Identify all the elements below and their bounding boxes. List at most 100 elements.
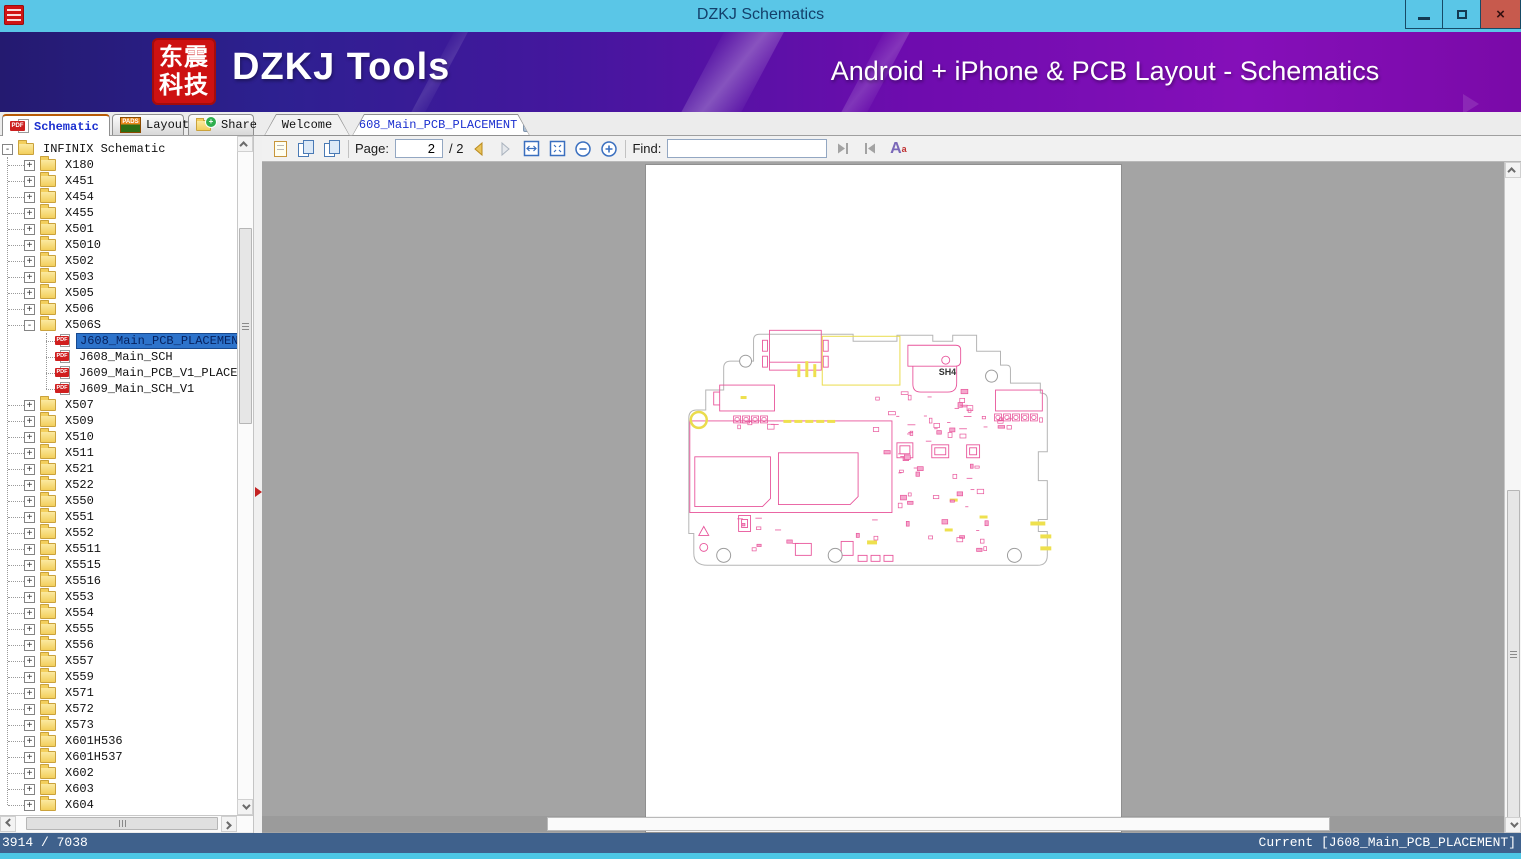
tree-item-file[interactable]: PDF J608_Main_PCB_PLACEMENT: [46, 333, 237, 349]
tree-expand-toggle[interactable]: +: [24, 687, 35, 699]
tree-item-folder[interactable]: + X555: [8, 620, 237, 637]
tree-item-folder[interactable]: - X506S: [8, 316, 237, 333]
tree-item-file[interactable]: PDF J608_Main_SCH: [46, 349, 237, 365]
tree-expand-toggle[interactable]: +: [24, 431, 35, 443]
tree-expand-toggle[interactable]: +: [24, 799, 35, 811]
scrollbar-thumb[interactable]: [26, 817, 218, 830]
tree-expand-toggle[interactable]: +: [24, 447, 35, 459]
tree-item-folder[interactable]: + X180: [8, 156, 237, 173]
scroll-left-button[interactable]: [0, 816, 16, 832]
tree-expand-toggle[interactable]: +: [24, 511, 35, 523]
tree-expand-toggle[interactable]: +: [24, 479, 35, 491]
tree-expand-toggle[interactable]: -: [2, 143, 13, 155]
tree-item-folder[interactable]: + X455: [8, 204, 237, 221]
tab-share[interactable]: + Share: [188, 114, 257, 135]
scrollbar-thumb[interactable]: [1507, 490, 1520, 818]
tree-item-folder[interactable]: + X511: [8, 444, 237, 461]
tree-item-folder[interactable]: + X451: [8, 172, 237, 189]
tree-expand-toggle[interactable]: +: [24, 543, 35, 555]
tree-item-folder[interactable]: + X506: [8, 300, 237, 317]
page-number-input[interactable]: [394, 139, 443, 158]
scroll-up-button[interactable]: [237, 136, 253, 152]
tree-expand-toggle[interactable]: +: [24, 735, 35, 747]
scroll-down-button[interactable]: [1505, 817, 1521, 833]
tree-expand-toggle[interactable]: +: [24, 303, 35, 315]
tree-item-folder[interactable]: + X552: [8, 524, 237, 541]
tree-item-folder[interactable]: + X5516: [8, 572, 237, 589]
tree-item-folder[interactable]: + X509: [8, 412, 237, 429]
tree-expand-toggle[interactable]: +: [24, 575, 35, 587]
zoom-out-button[interactable]: [573, 139, 593, 159]
tree-item-folder[interactable]: + X603: [8, 780, 237, 797]
close-button[interactable]: ×: [1481, 0, 1521, 29]
tree-item-folder[interactable]: + X551: [8, 508, 237, 525]
scrollbar-thumb[interactable]: [239, 228, 252, 424]
tree-item-folder[interactable]: + X521: [8, 460, 237, 477]
tree-item-folder[interactable]: + X553: [8, 588, 237, 605]
snapshot-button[interactable]: [296, 139, 316, 159]
copy-text-button[interactable]: [270, 139, 290, 159]
tree-expand-toggle[interactable]: +: [24, 655, 35, 667]
tree-item-folder[interactable]: + X554: [8, 604, 237, 621]
tree-expand-toggle[interactable]: +: [24, 463, 35, 475]
tree-expand-toggle[interactable]: +: [24, 703, 35, 715]
tree-expand-toggle[interactable]: +: [24, 639, 35, 651]
scrollbar-thumb[interactable]: [547, 817, 1330, 831]
tree-item-folder[interactable]: + X5010: [8, 236, 237, 253]
tree-expand-toggle[interactable]: +: [24, 175, 35, 187]
tree-expand-toggle[interactable]: +: [24, 751, 35, 763]
tree-expand-toggle[interactable]: +: [24, 719, 35, 731]
find-input[interactable]: [667, 139, 828, 158]
tree-expand-toggle[interactable]: +: [24, 159, 35, 171]
find-next-button[interactable]: [859, 139, 879, 159]
tree-item-file[interactable]: PDF J609_Main_PCB_V1_PLACEMENT: [46, 365, 237, 381]
tree-item-folder[interactable]: + X454: [8, 188, 237, 205]
tree-item-folder[interactable]: + X601H537: [8, 748, 237, 765]
main-horizontal-scrollbar[interactable]: [262, 816, 1505, 832]
tree-expand-toggle[interactable]: +: [24, 191, 35, 203]
tree-expand-toggle[interactable]: +: [24, 591, 35, 603]
doc-tab-welcome[interactable]: Welcome: [264, 114, 350, 136]
tree-item-folder[interactable]: + X510: [8, 428, 237, 445]
main-vertical-scrollbar[interactable]: [1504, 162, 1521, 833]
tree-item-folder[interactable]: + X559: [8, 668, 237, 685]
tree-item-folder[interactable]: + X5511: [8, 540, 237, 557]
minimize-button[interactable]: [1405, 0, 1443, 29]
tree-expand-toggle[interactable]: +: [24, 607, 35, 619]
tree-item-folder[interactable]: + X602: [8, 764, 237, 781]
tree-item-file[interactable]: PDF J609_Main_SCH_V1: [46, 381, 237, 397]
tree-expand-toggle[interactable]: +: [24, 287, 35, 299]
tree-item-folder[interactable]: + X502: [8, 252, 237, 269]
tree-item-folder[interactable]: + X573: [8, 716, 237, 733]
scroll-right-button[interactable]: [221, 816, 237, 832]
tree-expand-toggle[interactable]: +: [24, 495, 35, 507]
tree-item-folder[interactable]: + X550: [8, 492, 237, 509]
tree-item-folder[interactable]: + X505: [8, 284, 237, 301]
tree-item-folder[interactable]: + X571: [8, 684, 237, 701]
tree-expand-toggle[interactable]: +: [24, 623, 35, 635]
tree-expand-toggle[interactable]: +: [24, 223, 35, 235]
tree-item-folder[interactable]: + X507: [8, 396, 237, 413]
sidebar-splitter[interactable]: [253, 136, 262, 833]
fit-page-button[interactable]: [547, 139, 567, 159]
tree-expand-toggle[interactable]: +: [24, 207, 35, 219]
scroll-up-button[interactable]: [1505, 162, 1521, 178]
tree-expand-toggle[interactable]: +: [24, 559, 35, 571]
tree-expand-toggle[interactable]: +: [24, 527, 35, 539]
sidebar-vertical-scrollbar[interactable]: [237, 136, 253, 815]
tree-expand-toggle[interactable]: +: [24, 271, 35, 283]
doc-tab-current[interactable]: J608_Main_PCB_PLACEMENT x: [352, 114, 530, 136]
tree-item-folder[interactable]: + X503: [8, 268, 237, 285]
copy-page-button[interactable]: [322, 139, 342, 159]
pdf-viewport[interactable]: SH4: [262, 162, 1505, 833]
tree-item-folder[interactable]: + X601H536: [8, 732, 237, 749]
tree-item-folder[interactable]: + X604: [8, 796, 237, 813]
match-case-button[interactable]: Aa: [885, 139, 911, 159]
tree-item-folder[interactable]: + X5515: [8, 556, 237, 573]
tree-expand-toggle[interactable]: -: [24, 319, 35, 331]
tree-expand-toggle[interactable]: +: [24, 415, 35, 427]
find-previous-button[interactable]: [833, 139, 853, 159]
zoom-in-button[interactable]: [599, 139, 619, 159]
tree-expand-toggle[interactable]: +: [24, 255, 35, 267]
tree-item-folder[interactable]: + X572: [8, 700, 237, 717]
